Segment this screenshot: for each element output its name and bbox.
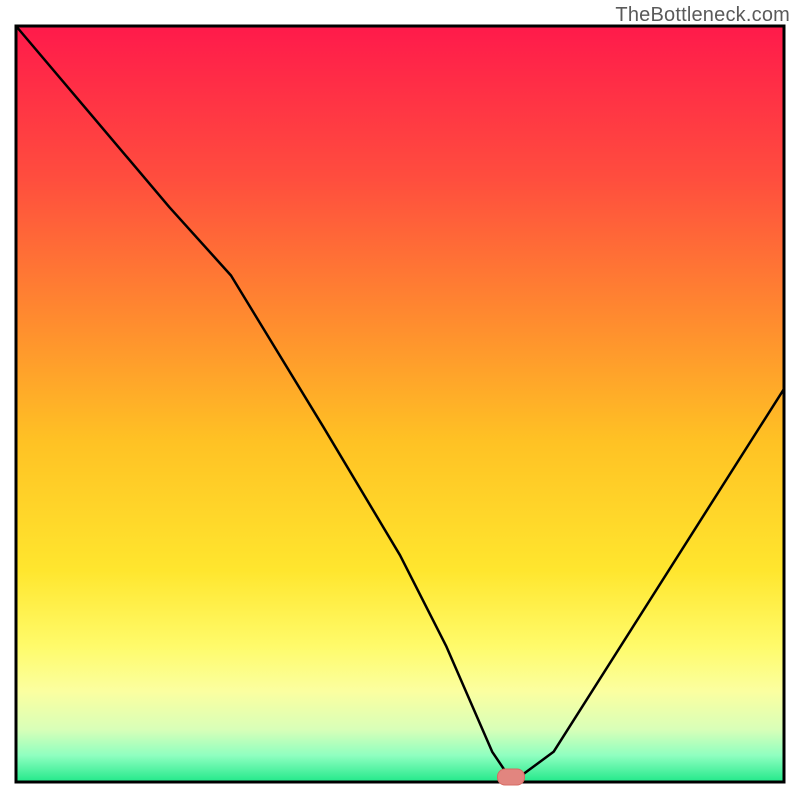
- plot-gradient-bg: [16, 26, 784, 782]
- chart-container: TheBottleneck.com: [0, 0, 800, 800]
- optimum-marker: [497, 769, 525, 786]
- bottleneck-chart: [0, 0, 800, 800]
